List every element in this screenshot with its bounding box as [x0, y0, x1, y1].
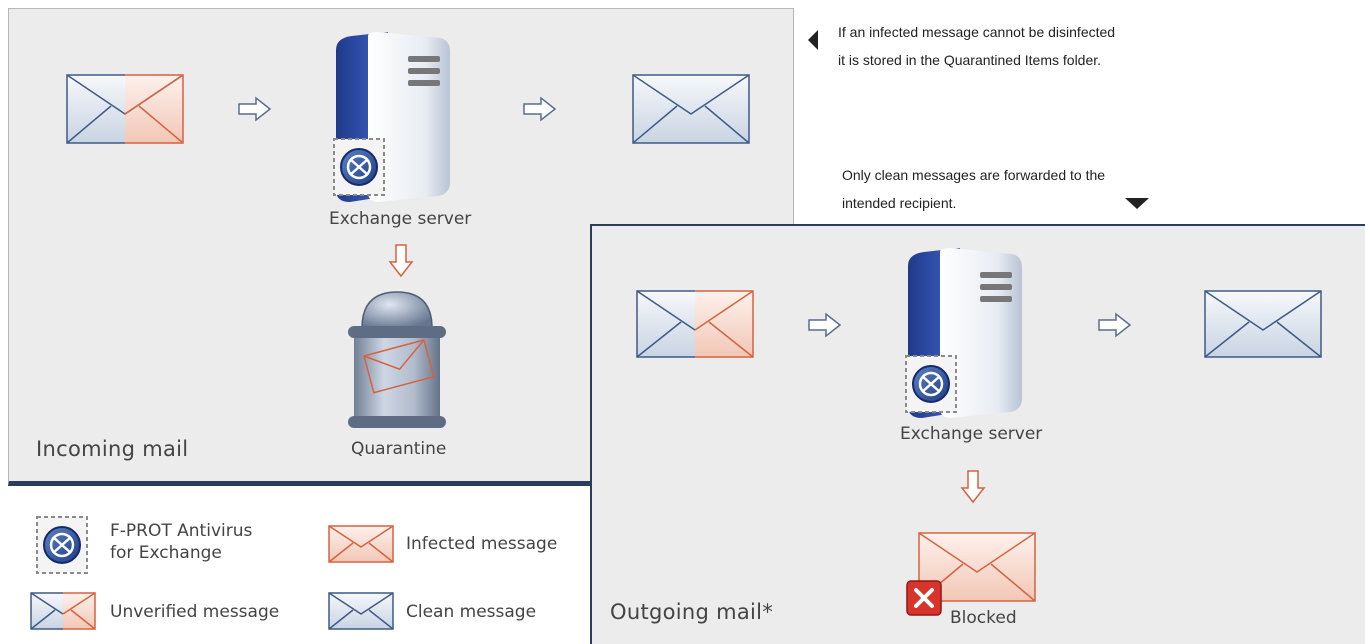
f-prot-seal-icon: [333, 138, 385, 196]
clean-note-line1: Only clean messages are forwarded to the: [842, 167, 1106, 183]
left-pointer-icon: [808, 30, 818, 50]
blocked-x-icon: [906, 580, 942, 616]
quarantine-note-line1: If an infected message cannot be disinfe…: [838, 24, 1116, 40]
quarantine-jar-icon: [348, 291, 446, 428]
legend-clean-envelope-icon: [328, 592, 394, 630]
clean-envelope-icon: [632, 74, 750, 144]
clean-note: Only clean messages are forwarded to the…: [842, 161, 1105, 217]
legend-f-prot-line1: F-PROT Antivirus: [110, 521, 253, 541]
unverified-envelope-icon: [636, 290, 754, 358]
legend-f-prot-label: F-PROT Antivirus for Exchange: [110, 520, 252, 564]
clean-envelope-icon: [1204, 290, 1322, 358]
incoming-server-label: Exchange server: [329, 209, 472, 229]
right-arrow-icon: [523, 96, 557, 122]
right-arrow-icon: [238, 96, 272, 122]
outgoing-server-label: Exchange server: [900, 424, 1043, 444]
legend-unverified-envelope-icon: [30, 592, 96, 630]
legend-unverified-label: Unverified message: [110, 602, 280, 622]
incoming-panel-title: Incoming mail: [36, 437, 189, 461]
outgoing-panel-title: Outgoing mail*: [610, 600, 774, 624]
down-arrow-icon: [388, 244, 414, 278]
quarantine-label: Quarantine: [351, 439, 447, 459]
legend-infected-label: Infected message: [406, 534, 558, 554]
legend-f-prot-line2: for Exchange: [110, 543, 222, 563]
right-arrow-icon: [808, 312, 842, 338]
right-arrow-icon: [1098, 312, 1132, 338]
blocked-label: Blocked: [950, 608, 1017, 628]
legend-infected-envelope-icon: [328, 525, 394, 563]
unverified-envelope-icon: [66, 74, 184, 144]
clean-note-line2: intended recipient.: [842, 195, 957, 211]
quarantine-note: If an infected message cannot be disinfe…: [838, 18, 1115, 74]
legend-f-prot-seal-icon: [36, 516, 88, 574]
down-pointer-icon: [1125, 198, 1149, 209]
legend-clean-label: Clean message: [406, 602, 537, 622]
f-prot-seal-icon: [905, 355, 957, 413]
down-arrow-icon: [960, 470, 986, 504]
quarantine-note-line2: it is stored in the Quarantined Items fo…: [838, 52, 1102, 68]
